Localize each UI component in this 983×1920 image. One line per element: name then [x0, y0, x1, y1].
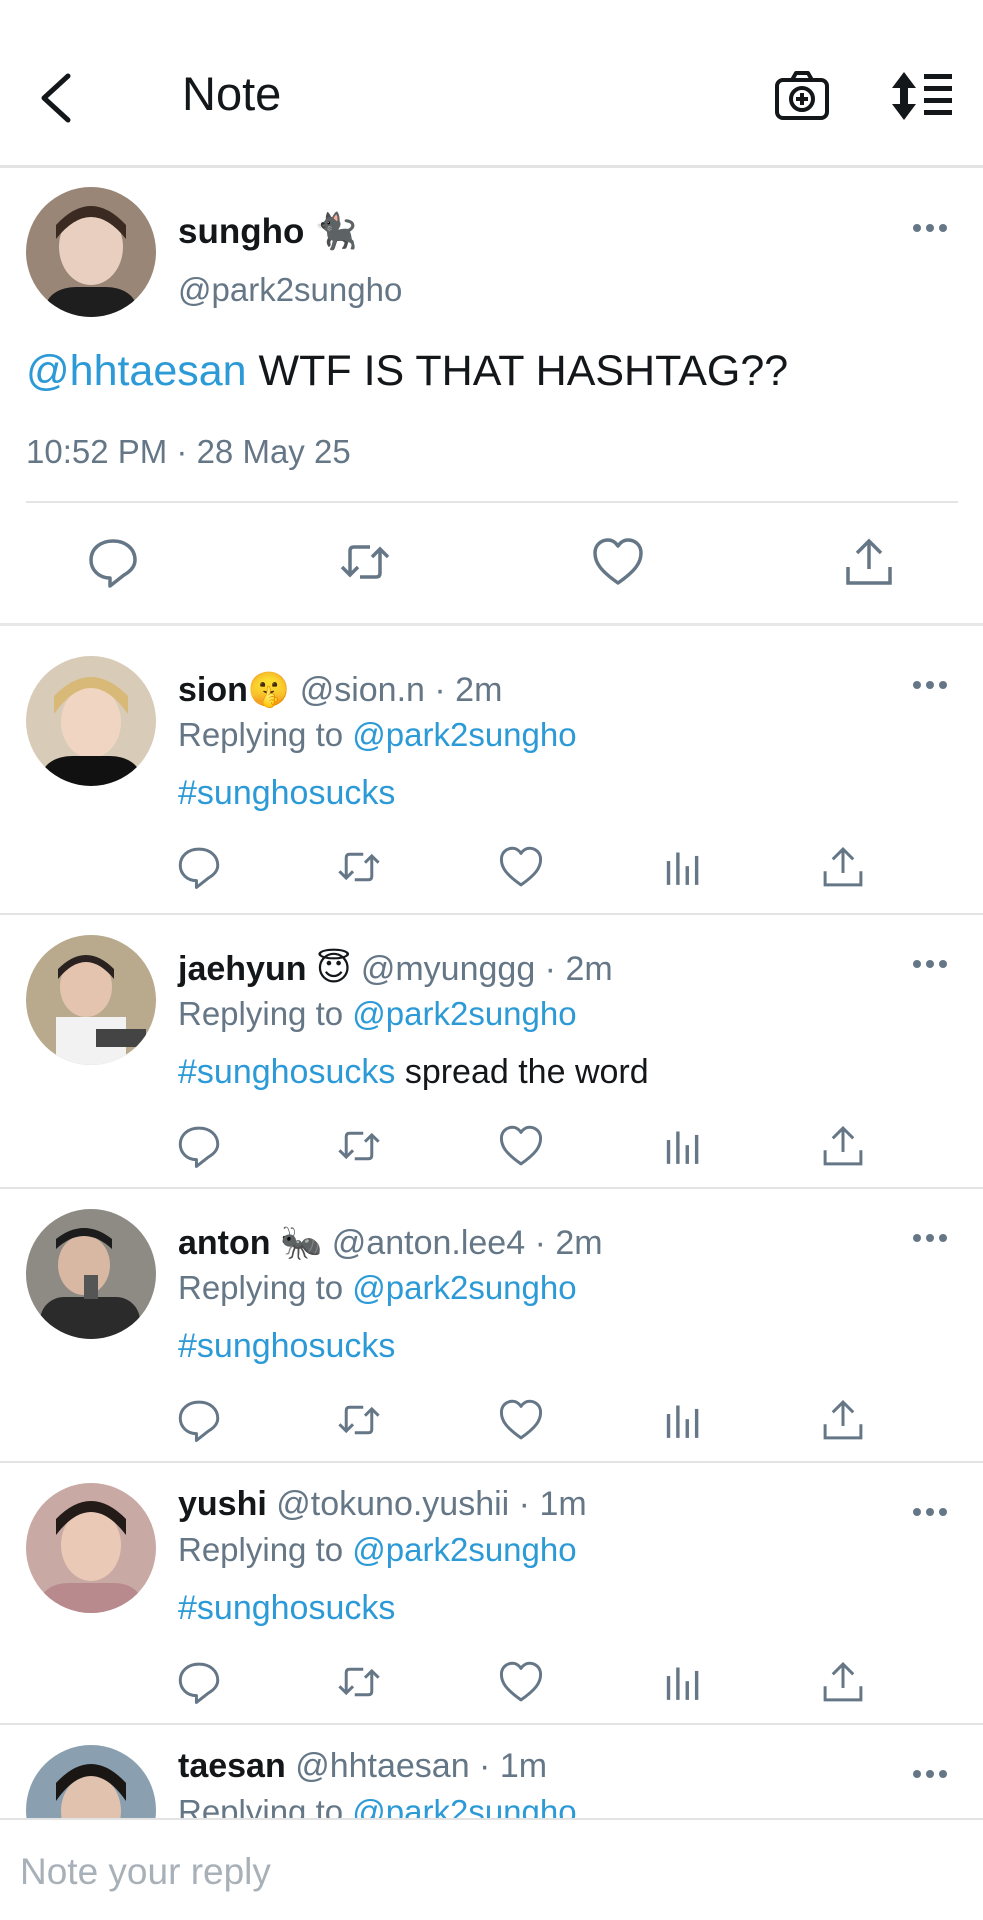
page-title: Note: [182, 67, 282, 120]
note-text: @hhtaesan WTF IS THAT HASHTAG??: [26, 347, 789, 395]
more-icon[interactable]: [912, 221, 948, 235]
reply-icon[interactable]: [176, 1123, 222, 1169]
reply-item[interactable]: taesan @hhtaesan · 1m Replying to @park2…: [0, 1725, 983, 1818]
main-note: sungho 🐈‍⬛ @park2sungho @hhtaesan WTF IS…: [0, 171, 983, 626]
replying-to: Replying to @park2sungho: [178, 1269, 577, 1306]
reply-icon[interactable]: [176, 1397, 222, 1443]
renote-icon[interactable]: [338, 535, 392, 589]
author-emoji: 😇: [315, 950, 352, 988]
author-emoji: 🐜: [280, 1224, 323, 1262]
renote-icon[interactable]: [336, 1397, 382, 1443]
reply-text: #sunghosucks: [178, 774, 395, 813]
hashtag-link[interactable]: #sunghosucks: [178, 1589, 395, 1627]
more-icon[interactable]: [912, 1231, 948, 1245]
reply-text: #sunghosucks: [178, 1327, 395, 1366]
more-icon[interactable]: [912, 957, 948, 971]
avatar[interactable]: [26, 1745, 156, 1818]
handle-time: @tokuno.yushii · 1m: [276, 1485, 587, 1523]
mention-link[interactable]: @park2sungho: [352, 1269, 576, 1306]
renote-icon[interactable]: [336, 844, 382, 890]
reply-icon[interactable]: [176, 1659, 222, 1705]
share-icon[interactable]: [820, 1397, 866, 1443]
author-emoji: 🐈‍⬛: [314, 212, 358, 251]
mention-link[interactable]: @park2sungho: [352, 1793, 576, 1818]
reply-item[interactable]: yushi @tokuno.yushii · 1m Replying to @p…: [0, 1463, 983, 1725]
avatar[interactable]: [26, 187, 156, 317]
share-icon[interactable]: [842, 535, 896, 589]
handle-time: @hhtaesan · 1m: [295, 1747, 548, 1785]
camera-plus-icon[interactable]: [774, 70, 830, 122]
analytics-icon[interactable]: [660, 1659, 706, 1705]
author-name: sungho 🐈‍⬛: [178, 212, 358, 251]
handle-time: @sion.n · 2m: [299, 671, 503, 709]
renote-icon[interactable]: [336, 1659, 382, 1705]
reply-header: jaehyun 😇 @myunggg · 2m: [178, 949, 613, 989]
replying-to: Replying to @park2sungho: [178, 995, 577, 1032]
mention-link[interactable]: @hhtaesan: [26, 347, 247, 395]
analytics-icon[interactable]: [660, 844, 706, 890]
mention-link[interactable]: @park2sungho: [352, 995, 576, 1032]
like-icon[interactable]: [591, 535, 645, 589]
author-name[interactable]: taesan: [178, 1747, 286, 1785]
author-handle: @park2sungho: [178, 271, 403, 308]
more-icon[interactable]: [912, 1505, 948, 1519]
reply-item[interactable]: anton 🐜 @anton.lee4 · 2m Replying to @pa…: [0, 1189, 983, 1463]
hashtag-link[interactable]: #sunghosucks: [178, 1053, 395, 1091]
reply-item[interactable]: sion🤫 @sion.n · 2m Replying to @park2sun…: [0, 626, 983, 915]
author-name[interactable]: anton: [178, 1224, 271, 1262]
like-icon[interactable]: [498, 1123, 544, 1169]
like-icon[interactable]: [498, 844, 544, 890]
share-icon[interactable]: [820, 1659, 866, 1705]
reply-icon[interactable]: [86, 535, 140, 589]
replying-to: Replying to @park2sungho: [178, 1531, 577, 1568]
handle-time: @myunggg · 2m: [360, 950, 613, 988]
more-icon[interactable]: [912, 1767, 948, 1781]
reply-header: yushi @tokuno.yushii · 1m: [178, 1485, 587, 1524]
replying-to: Replying to @park2sungho: [178, 1793, 577, 1818]
like-icon[interactable]: [498, 1397, 544, 1443]
share-icon[interactable]: [820, 844, 866, 890]
reply-header: taesan @hhtaesan · 1m: [178, 1747, 547, 1786]
reply-input[interactable]: [20, 1844, 960, 1900]
mention-link[interactable]: @park2sungho: [352, 1531, 576, 1568]
more-icon[interactable]: [912, 678, 948, 692]
avatar[interactable]: [26, 1209, 156, 1339]
avatar[interactable]: [26, 935, 156, 1065]
analytics-icon[interactable]: [660, 1123, 706, 1169]
author-name[interactable]: jaehyun: [178, 950, 306, 988]
reply-icon[interactable]: [176, 844, 222, 890]
author-name[interactable]: yushi: [178, 1485, 267, 1523]
mention-link[interactable]: @park2sungho: [352, 716, 576, 753]
reply-header: sion🤫 @sion.n · 2m: [178, 670, 502, 710]
handle-time: @anton.lee4 · 2m: [331, 1224, 603, 1262]
hashtag-link[interactable]: #sunghosucks: [178, 1327, 395, 1365]
back-icon[interactable]: [34, 70, 78, 126]
author-name[interactable]: sion: [178, 671, 248, 709]
reply-composer: [0, 1818, 983, 1920]
sort-icon[interactable]: [890, 70, 954, 122]
timestamp: 10:52 PM · 28 May 25: [26, 433, 351, 470]
header-bar: Note: [0, 0, 983, 168]
reply-header: anton 🐜 @anton.lee4 · 2m: [178, 1223, 603, 1263]
hashtag-link[interactable]: #sunghosucks: [178, 774, 395, 812]
like-icon[interactable]: [498, 1659, 544, 1705]
analytics-icon[interactable]: [660, 1397, 706, 1443]
reply-item[interactable]: jaehyun 😇 @myunggg · 2m Replying to @par…: [0, 915, 983, 1189]
replying-to: Replying to @park2sungho: [178, 716, 577, 753]
reply-text: #sunghosucks: [178, 1589, 395, 1628]
share-icon[interactable]: [820, 1123, 866, 1169]
avatar[interactable]: [26, 656, 156, 786]
divider: [26, 501, 958, 503]
reply-text: #sunghosucks spread the word: [178, 1053, 649, 1091]
renote-icon[interactable]: [336, 1123, 382, 1169]
avatar[interactable]: [26, 1483, 156, 1613]
author-emoji: 🤫: [247, 671, 291, 709]
